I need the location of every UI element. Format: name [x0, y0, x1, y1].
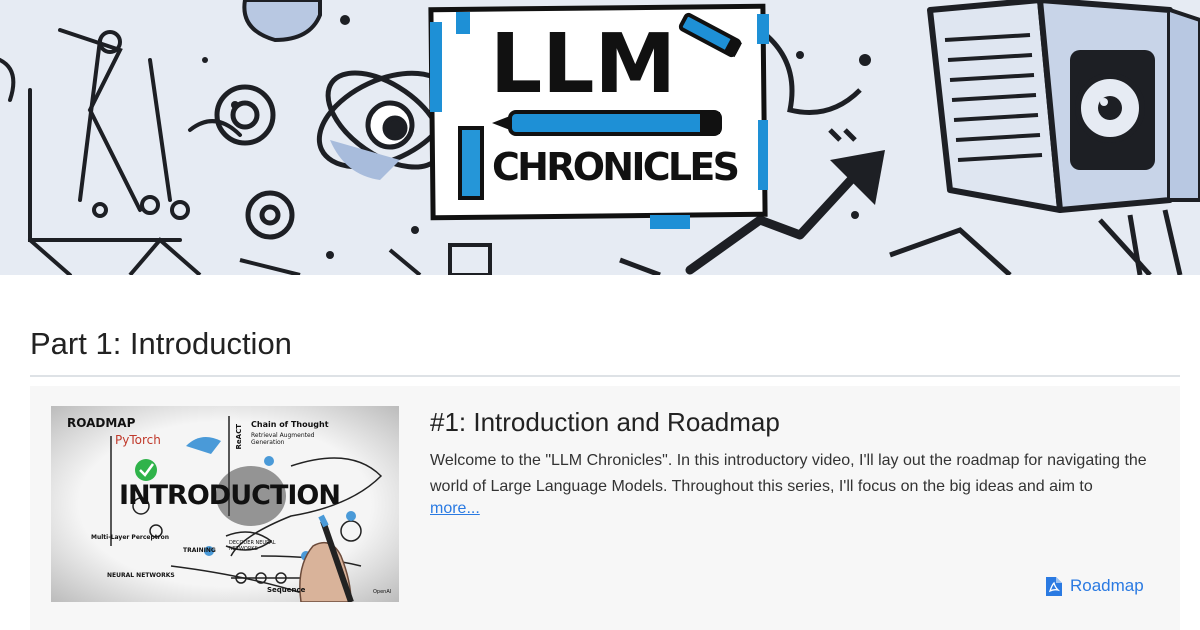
thumb-pytorch-label: PyTorch — [115, 433, 161, 447]
hero-banner: LLM CHRONICLES — [0, 0, 1200, 275]
thumb-intro-label: INTRODUCTION — [119, 480, 341, 511]
file-pdf-icon — [1046, 576, 1062, 596]
more-link[interactable]: more... — [430, 500, 480, 518]
thumb-training-label: TRAINING — [183, 547, 216, 554]
thumb-neural-label: NEURAL NETWORKS — [107, 572, 175, 579]
thumb-sequence-label: Sequence — [267, 586, 306, 594]
thumb-roadmap-label: ROADMAP — [67, 416, 136, 430]
banner-logo: LLM CHRONICLES — [428, 3, 769, 229]
roadmap-label: Roadmap — [1070, 576, 1144, 595]
episode-thumbnail[interactable]: ROADMAP PyTorch Chain of Thought Retriev… — [51, 406, 399, 602]
thumb-decoder-label: DECODER NEURAL NETWORKS — [229, 540, 276, 552]
logo-line2: CHRONICLES — [492, 145, 740, 189]
section-title: Part 1: Introduction — [30, 326, 292, 361]
episode-title[interactable]: #1: Introduction and Roadmap — [430, 407, 780, 438]
logo-line1: LLM — [490, 17, 676, 112]
thumb-openai-label: OpenAI — [373, 589, 392, 595]
doodle-illustration: LLM CHRONICLES — [0, 0, 1200, 275]
episode-description: Welcome to the "LLM Chronicles". In this… — [430, 452, 1147, 495]
episode-card: ROADMAP PyTorch Chain of Thought Retriev… — [30, 386, 1180, 630]
section-divider — [30, 375, 1180, 377]
roadmap-pdf-link[interactable]: Roadmap — [1046, 576, 1144, 596]
thumb-retrieval-label: Retrieval Augmented Generation — [251, 432, 315, 446]
thumb-mlp-label: Multi-Layer Perceptron — [91, 534, 169, 541]
thumb-chain-label: Chain of Thought — [251, 420, 329, 429]
thumb-react-label: ReACT — [235, 424, 243, 450]
